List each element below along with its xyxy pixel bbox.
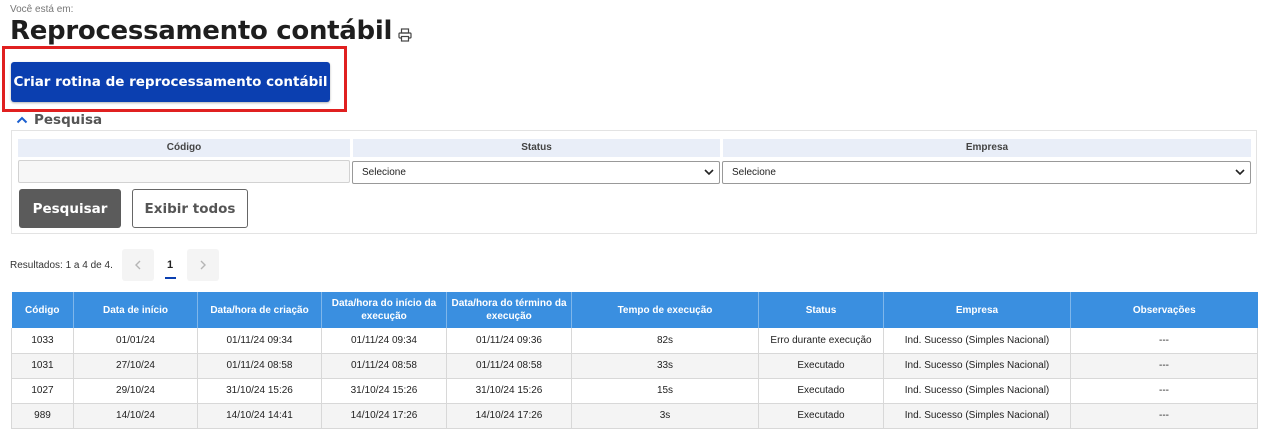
table-cell: 3s xyxy=(571,403,759,429)
chevron-up-icon xyxy=(16,116,28,124)
table-cell: Ind. Sucesso (Simples Nacional) xyxy=(883,378,1071,404)
table-cell: 14/10/24 14:41 xyxy=(197,403,322,429)
table-cell: 31/10/24 15:26 xyxy=(197,378,322,404)
table-cell: 01/11/24 08:58 xyxy=(446,353,572,379)
table-cell: 14/10/24 xyxy=(73,403,198,429)
status-select[interactable]: Selecione xyxy=(352,161,720,184)
table-cell: 01/11/24 09:34 xyxy=(197,328,322,354)
table-cell: 33s xyxy=(571,353,759,379)
create-routine-button[interactable]: Criar rotina de reprocessamento contábil xyxy=(11,62,330,102)
printer-icon[interactable] xyxy=(398,28,412,42)
results-table: Código Data de início Data/hora de criaç… xyxy=(11,292,1258,429)
pager-current-page[interactable]: 1 xyxy=(158,249,182,281)
search-panel: Código Status Empresa Selecione Selecion… xyxy=(11,130,1257,234)
table-cell: 01/11/24 08:58 xyxy=(197,353,322,379)
table-cell: 1033 xyxy=(11,328,74,354)
column-header[interactable]: Data/hora do término da execução xyxy=(446,292,572,328)
table-cell: 01/01/24 xyxy=(73,328,198,354)
status-select-value: Selecione xyxy=(362,167,406,178)
column-header[interactable]: Código xyxy=(11,292,74,328)
table-cell: --- xyxy=(1070,353,1258,379)
table-cell: Ind. Sucesso (Simples Nacional) xyxy=(883,353,1071,379)
pager-prev-button[interactable] xyxy=(122,249,154,281)
column-header[interactable]: Empresa xyxy=(883,292,1071,328)
table-cell: 15s xyxy=(571,378,759,404)
search-section-label: Pesquisa xyxy=(34,112,103,128)
search-button[interactable]: Pesquisar xyxy=(19,189,121,228)
chevron-down-icon xyxy=(1235,169,1245,176)
table-cell: Erro durante execução xyxy=(758,328,884,354)
table-cell: Executado xyxy=(758,353,884,379)
table-cell: --- xyxy=(1070,378,1258,404)
search-toggle[interactable]: Pesquisa xyxy=(16,112,102,128)
table-cell: 01/11/24 09:34 xyxy=(321,328,447,354)
pager-next-button[interactable] xyxy=(187,249,219,281)
table-cell: Executado xyxy=(758,403,884,429)
chevron-right-icon xyxy=(200,260,206,270)
table-cell: Executado xyxy=(758,378,884,404)
table-row[interactable]: 1027 29/10/24 31/10/24 15:26 31/10/24 15… xyxy=(11,378,1258,404)
column-header[interactable]: Data de início xyxy=(73,292,198,328)
column-header[interactable]: Data/hora de criação xyxy=(197,292,322,328)
column-header[interactable]: Data/hora do início da execução xyxy=(321,292,447,328)
table-cell: --- xyxy=(1070,403,1258,429)
table-cell: 31/10/24 15:26 xyxy=(321,378,447,404)
status-field-label: Status xyxy=(353,139,720,157)
table-cell: 1027 xyxy=(11,378,74,404)
company-select-value: Selecione xyxy=(732,167,776,178)
show-all-button[interactable]: Exibir todos xyxy=(132,189,248,228)
page-title-row: Reprocessamento contábil xyxy=(10,16,412,46)
table-cell: 27/10/24 xyxy=(73,353,198,379)
breadcrumb: Você está em: xyxy=(10,4,74,15)
table-row[interactable]: 1031 27/10/24 01/11/24 08:58 01/11/24 08… xyxy=(11,353,1258,379)
company-field-label: Empresa xyxy=(723,139,1251,157)
table-cell: 14/10/24 17:26 xyxy=(446,403,572,429)
table-cell: Ind. Sucesso (Simples Nacional) xyxy=(883,403,1071,429)
code-input[interactable] xyxy=(18,160,350,183)
table-cell: 989 xyxy=(11,403,74,429)
table-cell: 31/10/24 15:26 xyxy=(446,378,572,404)
table-cell: 29/10/24 xyxy=(73,378,198,404)
page-title: Reprocessamento contábil xyxy=(10,16,393,46)
column-header[interactable]: Status xyxy=(758,292,884,328)
column-header[interactable]: Observações xyxy=(1070,292,1258,328)
table-row[interactable]: 989 14/10/24 14/10/24 14:41 14/10/24 17:… xyxy=(11,403,1258,429)
table-header-row: Código Data de início Data/hora de criaç… xyxy=(11,292,1258,328)
column-header[interactable]: Tempo de execução xyxy=(571,292,759,328)
table-cell: 14/10/24 17:26 xyxy=(321,403,447,429)
table-cell: Ind. Sucesso (Simples Nacional) xyxy=(883,328,1071,354)
table-row[interactable]: 1033 01/01/24 01/11/24 09:34 01/11/24 09… xyxy=(11,328,1258,354)
table-cell: --- xyxy=(1070,328,1258,354)
chevron-left-icon xyxy=(135,260,141,270)
chevron-down-icon xyxy=(704,169,714,176)
table-cell: 1031 xyxy=(11,353,74,379)
code-field-label: Código xyxy=(18,139,350,157)
table-cell: 01/11/24 09:36 xyxy=(446,328,572,354)
table-cell: 82s xyxy=(571,328,759,354)
company-select[interactable]: Selecione xyxy=(722,161,1251,184)
results-summary: Resultados: 1 a 4 de 4. xyxy=(10,260,113,271)
table-cell: 01/11/24 08:58 xyxy=(321,353,447,379)
